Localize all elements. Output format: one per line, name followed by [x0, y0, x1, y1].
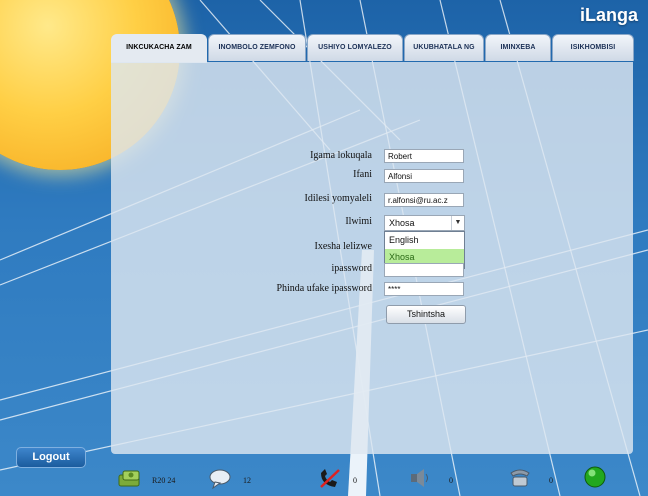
chevron-down-icon[interactable]: ▼ [451, 216, 464, 230]
missed-call-icon [320, 469, 340, 488]
connection-status [583, 465, 607, 489]
timezone-label: Ixesha lelizwe [314, 241, 372, 252]
save-button[interactable]: Tshintsha [386, 305, 466, 324]
balance-value: R20 24 [152, 476, 176, 485]
missed-calls-count: 0 [353, 476, 357, 485]
email-label: Idilesi yomyaleli [304, 193, 373, 204]
voicemail-count: 0 [449, 476, 453, 485]
confirm-password-field[interactable]: **** [384, 282, 464, 296]
transfers-item [507, 467, 535, 491]
tab-phone-numbers[interactable]: INOMBOLO ZEMFONO [208, 34, 306, 61]
language-selected-value: Xhosa [389, 218, 415, 228]
status-light-icon [584, 466, 606, 488]
transfers-count: 0 [549, 476, 553, 485]
messages-item [207, 467, 233, 491]
app-brand: iLanga [579, 5, 638, 25]
surname-field[interactable]: Alfonsi [384, 169, 464, 183]
language-select[interactable]: Xhosa ▼ [384, 215, 465, 231]
confirm-password-label: Phinda ufake ipassword [276, 283, 372, 294]
tab-payment[interactable]: UKUBHATALA NG [404, 34, 484, 61]
main-panel [111, 62, 633, 454]
speech-bubble-icon [209, 469, 231, 490]
surname-label: Ifani [353, 169, 372, 180]
logout-button[interactable]: Logout [16, 447, 86, 468]
voicemail-item [407, 467, 433, 491]
first-name-label: Igama lokuqala [310, 150, 372, 161]
language-label: Ilwimi [345, 216, 372, 227]
tab-display[interactable]: ISIKHOMBISI [552, 34, 634, 61]
tab-calls[interactable]: IMINXEBA [485, 34, 551, 61]
first-name-field[interactable]: Robert [384, 149, 464, 163]
messages-count: 12 [243, 476, 251, 485]
balance-item [117, 467, 143, 491]
speaker-icon [411, 469, 428, 487]
missed-calls-item [317, 467, 343, 491]
password-field[interactable] [384, 263, 464, 277]
status-bar: R20 24 12 0 0 0 [111, 463, 633, 493]
phone-transfer-icon [510, 469, 530, 487]
tab-personal-details[interactable]: INKCUKACHA ZAM [111, 34, 207, 63]
money-icon [118, 470, 140, 487]
tab-message-settings[interactable]: USHIYO LOMYALEZO [307, 34, 403, 61]
language-option-english[interactable]: English [385, 232, 464, 249]
password-label: ipassword [331, 263, 372, 274]
email-field[interactable]: r.alfonsi@ru.ac.z [384, 193, 464, 207]
